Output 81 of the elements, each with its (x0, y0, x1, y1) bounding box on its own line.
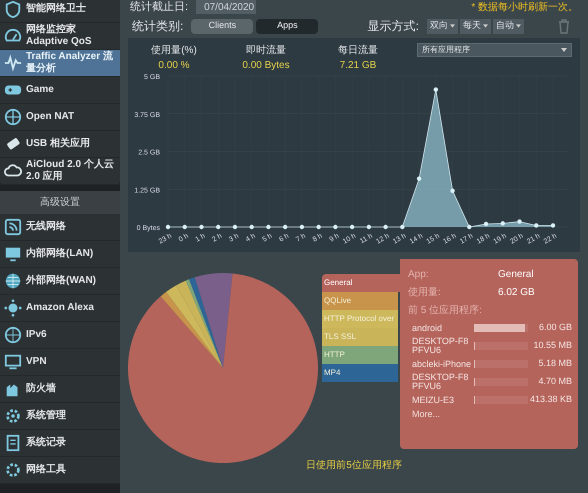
usage-value: 6.00 GB (538, 321, 572, 334)
data-point (350, 224, 354, 230)
sidebar-item[interactable]: Traffic Analyzer 流量分析 (0, 50, 120, 77)
globe-icon (4, 326, 22, 344)
usage-value: 6.02 GB (498, 286, 535, 300)
globe-icon (4, 108, 22, 126)
monitor-icon (4, 353, 22, 371)
display-dropdown[interactable]: 自动 (493, 18, 524, 34)
display-label: 显示方式: (368, 18, 419, 35)
usage-value: 10.55 MB (533, 339, 572, 352)
chart-caption: 日使用前5位应用程序 (305, 458, 403, 473)
caret-icon (450, 24, 455, 28)
sidebar-item[interactable]: 内部网络(LAN) (0, 241, 120, 268)
top-apps-label: 前 5 位应用程序: (408, 304, 483, 318)
category-tab[interactable]: Clients (191, 18, 254, 34)
caret-icon (516, 24, 521, 28)
app-dropdown[interactable]: 所有应用程序 (417, 43, 572, 57)
globe-icon (4, 272, 22, 290)
data-point (400, 224, 405, 230)
category-tab[interactable]: Apps (256, 18, 318, 34)
client-name: MEIZU-E3 (412, 396, 456, 404)
data-point (434, 87, 438, 92)
client-name: DESKTOP-F8PFVU6 (412, 337, 470, 355)
caret-icon (483, 24, 488, 28)
client-name: DESKTOP-F8PFVU6 (412, 373, 470, 391)
client-name: android (412, 324, 444, 332)
usage-value: 5.18 MB (538, 357, 572, 370)
legend-item[interactable]: General (322, 274, 400, 292)
trash-icon[interactable] (558, 18, 570, 34)
document-icon (4, 434, 22, 452)
data-point (216, 224, 220, 230)
app-label: App: (408, 268, 430, 282)
shield-icon (4, 0, 22, 18)
sidebar-item[interactable]: Game (0, 77, 120, 104)
sidebar-item[interactable]: 外部网络(WAN) (0, 268, 120, 295)
data-point (266, 224, 271, 230)
data-point (534, 223, 538, 228)
usage-label: 使用量: (408, 286, 442, 300)
stat-label: 每日流量 (338, 44, 378, 58)
data-point (250, 224, 254, 230)
gear-icon (4, 461, 22, 479)
stat-label: 即时流量 (246, 44, 286, 58)
data-point (500, 221, 505, 226)
legend-item[interactable]: MP4 (322, 364, 398, 382)
data-point (484, 222, 488, 226)
data-point (366, 224, 372, 230)
data-point (517, 219, 522, 224)
stat-value: 0.00 Bytes (242, 59, 290, 73)
wifi-icon (4, 218, 22, 236)
date-field[interactable]: 07/04/2020 (196, 0, 256, 14)
client-name: abcleki-iPhone (412, 360, 472, 368)
data-point (450, 188, 455, 193)
waveform-icon (4, 54, 22, 72)
data-point (416, 176, 422, 181)
data-point (383, 224, 388, 230)
stat-value: 7.21 GB (340, 59, 376, 73)
monitor-icon (4, 245, 22, 263)
display-dropdown[interactable]: 双向 (427, 18, 458, 34)
stat-value: 0.00 % (158, 59, 190, 73)
data-point (232, 224, 238, 230)
refresh-note: * 数据每小时刷新一次。 (471, 0, 578, 14)
data-point (166, 224, 170, 230)
data-point (300, 224, 304, 230)
section-header: 高级设置 (0, 191, 120, 214)
app-value: General (498, 268, 534, 282)
data-point (182, 224, 187, 230)
network-icon (4, 299, 22, 317)
display-dropdown[interactable]: 每天 (460, 18, 491, 34)
category-label: 统计类别: (132, 18, 184, 35)
usage-value: 4.70 MB (538, 375, 572, 388)
data-point (316, 224, 321, 230)
usage-value: 413.38 KB (530, 393, 572, 406)
date-label: 统计截止日: (130, 0, 188, 15)
data-point (467, 224, 472, 230)
data-point (550, 223, 556, 228)
caret-icon (561, 48, 567, 52)
data-point (282, 224, 288, 230)
stat-label: 使用量(%) (151, 44, 197, 58)
data-point (333, 224, 338, 230)
gear-icon (4, 407, 22, 425)
data-point (199, 224, 204, 230)
